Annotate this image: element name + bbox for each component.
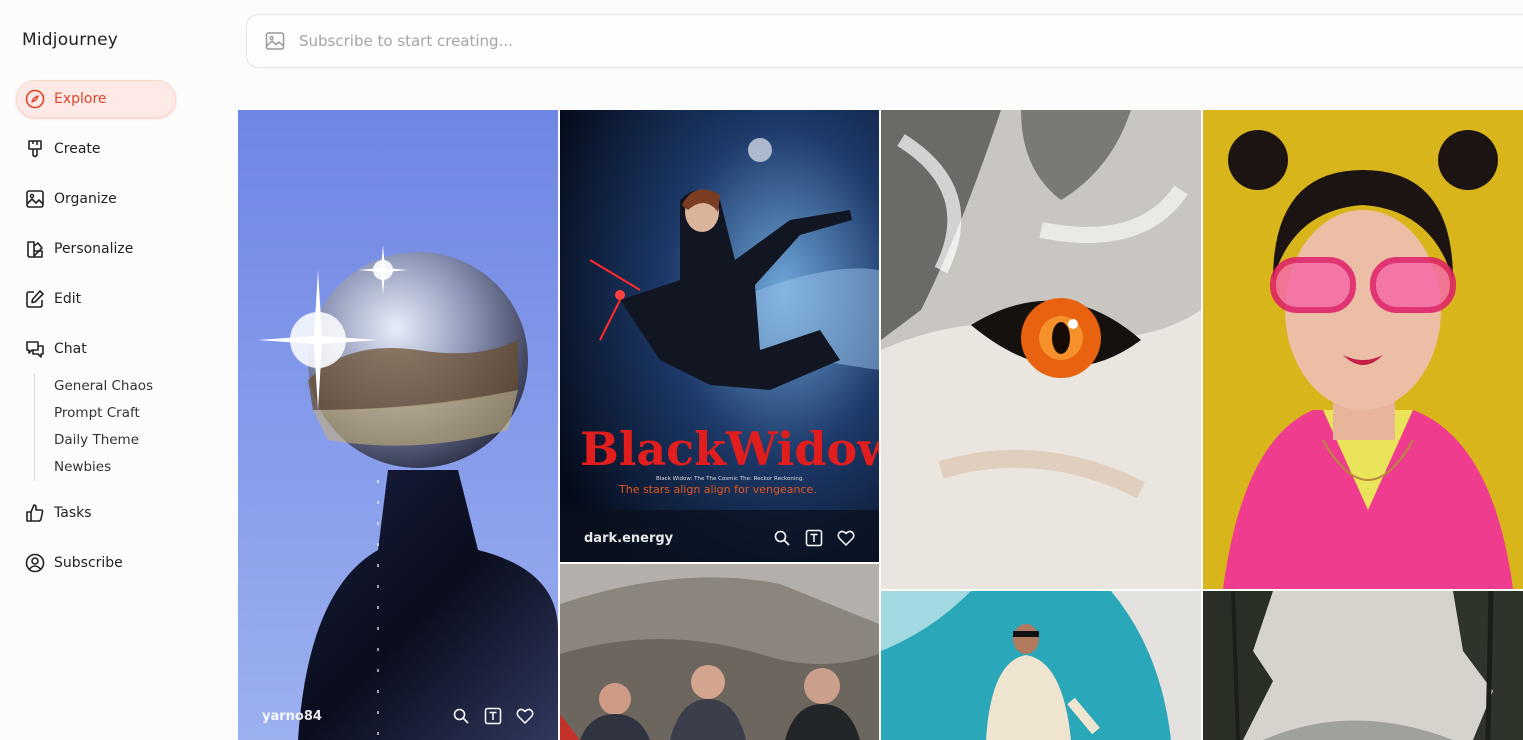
nav-edit[interactable]: Edit [16,280,176,318]
heart-icon[interactable] [516,707,534,725]
gallery-tile[interactable] [560,564,879,740]
nav-label: Chat [54,341,87,357]
tile-overlay: dark.energy [560,514,879,562]
gallery-tile[interactable] [1203,591,1523,740]
poster-tagline: Black Widow: The The Cosmic The: Reckor … [656,476,804,482]
nav-personalize[interactable]: Personalize [16,230,176,268]
chat-icon [25,339,45,359]
nav-label: Organize [54,191,117,207]
nav-tasks[interactable]: Tasks [16,494,176,532]
nav-label: Tasks [54,505,92,521]
nav-label: Explore [54,91,107,107]
chat-room-prompt-craft[interactable]: Prompt Craft [54,400,153,427]
tile-username[interactable]: yarno84 [262,709,452,724]
chat-room-newbies[interactable]: Newbies [54,454,153,481]
gallery-tile[interactable] [881,110,1201,589]
search-icon[interactable] [773,529,791,547]
nav-label: Personalize [54,241,134,257]
chat-room-daily-theme[interactable]: Daily Theme [54,427,153,454]
poster-title: BlackWidow: [580,422,879,476]
poster-subtitle: The stars align align for vengeance. [618,483,817,496]
tile-username[interactable]: dark.energy [584,531,773,546]
gallery-tile[interactable]: yarno84 [238,110,558,740]
thumbs-up-icon [25,503,45,523]
palette-icon [25,239,45,259]
gallery-tile[interactable] [1203,110,1523,589]
text-prompt-icon[interactable] [805,529,823,547]
chat-room-general-chaos[interactable]: General Chaos [54,373,153,400]
chat-room-list: General Chaos Prompt Craft Daily Theme N… [34,373,153,481]
sidebar: Midjourney Explore Create Organize Perso… [0,0,228,740]
artwork-image [238,110,558,740]
gallery-tile[interactable]: BlackWidow: Black Widow: The The Cosmic … [560,110,879,562]
nav-explore[interactable]: Explore [16,80,176,118]
artwork-image [881,591,1201,740]
artwork-image [1203,591,1523,740]
nav-create[interactable]: Create [16,130,176,168]
nav-label: Subscribe [54,555,123,571]
explore-gallery: yarno84 BlackWidow: Black Widow: The The [238,110,1523,740]
nav-label: Edit [54,291,82,307]
prompt-bar[interactable] [246,14,1523,68]
brush-icon [25,139,45,159]
brand-title[interactable]: Midjourney [22,30,118,50]
artwork-image: BlackWidow: Black Widow: The The Cosmic … [560,110,879,562]
nav-label: Create [54,141,101,157]
artwork-image [881,110,1201,589]
tile-overlay: yarno84 [238,692,558,740]
search-icon[interactable] [452,707,470,725]
prompt-input[interactable] [299,32,1199,50]
image-icon [25,189,45,209]
edit-icon [25,289,45,309]
artwork-image [560,564,879,740]
gallery-tile[interactable] [881,591,1201,740]
image-icon[interactable] [265,31,285,51]
compass-icon [25,89,45,109]
artwork-image [1203,110,1523,589]
heart-icon[interactable] [837,529,855,547]
nav-subscribe[interactable]: Subscribe [16,544,176,582]
nav-organize[interactable]: Organize [16,180,176,218]
nav-chat[interactable]: Chat [16,330,176,368]
user-circle-icon [25,553,45,573]
text-prompt-icon[interactable] [484,707,502,725]
